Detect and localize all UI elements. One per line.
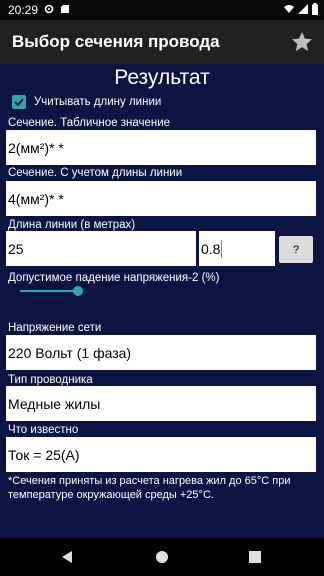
status-bar: 20:29 <box>0 0 324 20</box>
consider-length-checkbox[interactable] <box>12 95 26 109</box>
section-length-field: 4(мм²)* * <box>6 181 316 216</box>
home-icon[interactable] <box>155 550 169 564</box>
conductor-type-select[interactable]: Медные жилы <box>6 386 316 421</box>
consider-length-label: Учитывать длину линии <box>34 96 162 108</box>
voltage-drop-slider-thumb[interactable] <box>73 286 83 296</box>
nav-bar <box>0 538 324 576</box>
known-label: Что известно <box>8 424 79 436</box>
signal-icon <box>298 4 308 14</box>
app-title: Выбор сечения провода <box>12 32 220 51</box>
status-time: 20:29 <box>8 3 39 17</box>
voltage-drop-label: Допустимое падение напряжения-2 (%) <box>8 272 220 284</box>
result-heading: Результат <box>114 66 210 89</box>
section-table-field: 2(мм²)* * <box>6 130 316 165</box>
text-cursor <box>221 239 223 258</box>
voltage-drop-slider-track[interactable] <box>20 290 78 292</box>
coefficient-value: 0.8 <box>201 240 221 257</box>
line-length-label: Длина линии (в метрах) <box>8 219 136 231</box>
section-table-label: Сечение. Табличное значение <box>8 117 171 129</box>
app-bar: Выбор сечения провода <box>0 20 324 64</box>
sd-card-icon <box>61 5 69 13</box>
footnote: *Сечения приняты из расчета нагрева жил … <box>8 475 291 501</box>
section-length-label: Сечение. С учетом длины линии <box>8 167 183 179</box>
network-voltage-label: Напряжение сети <box>8 322 102 334</box>
check-icon <box>14 98 24 107</box>
battery-icon <box>312 3 318 15</box>
settings-status-icon <box>44 4 54 14</box>
star-icon[interactable] <box>290 30 314 54</box>
coefficient-input[interactable]: 0.8 <box>199 231 275 266</box>
network-voltage-select[interactable]: 220 Вольт (1 фаза) <box>6 335 316 370</box>
wifi-icon <box>284 5 294 13</box>
help-button[interactable]: ? <box>279 236 313 263</box>
back-icon[interactable] <box>60 550 74 564</box>
line-length-input[interactable]: 25 <box>6 231 196 266</box>
recents-icon[interactable] <box>249 551 261 563</box>
conductor-type-label: Тип проводника <box>8 374 93 386</box>
known-select[interactable]: Ток = 25(А) <box>6 437 316 472</box>
